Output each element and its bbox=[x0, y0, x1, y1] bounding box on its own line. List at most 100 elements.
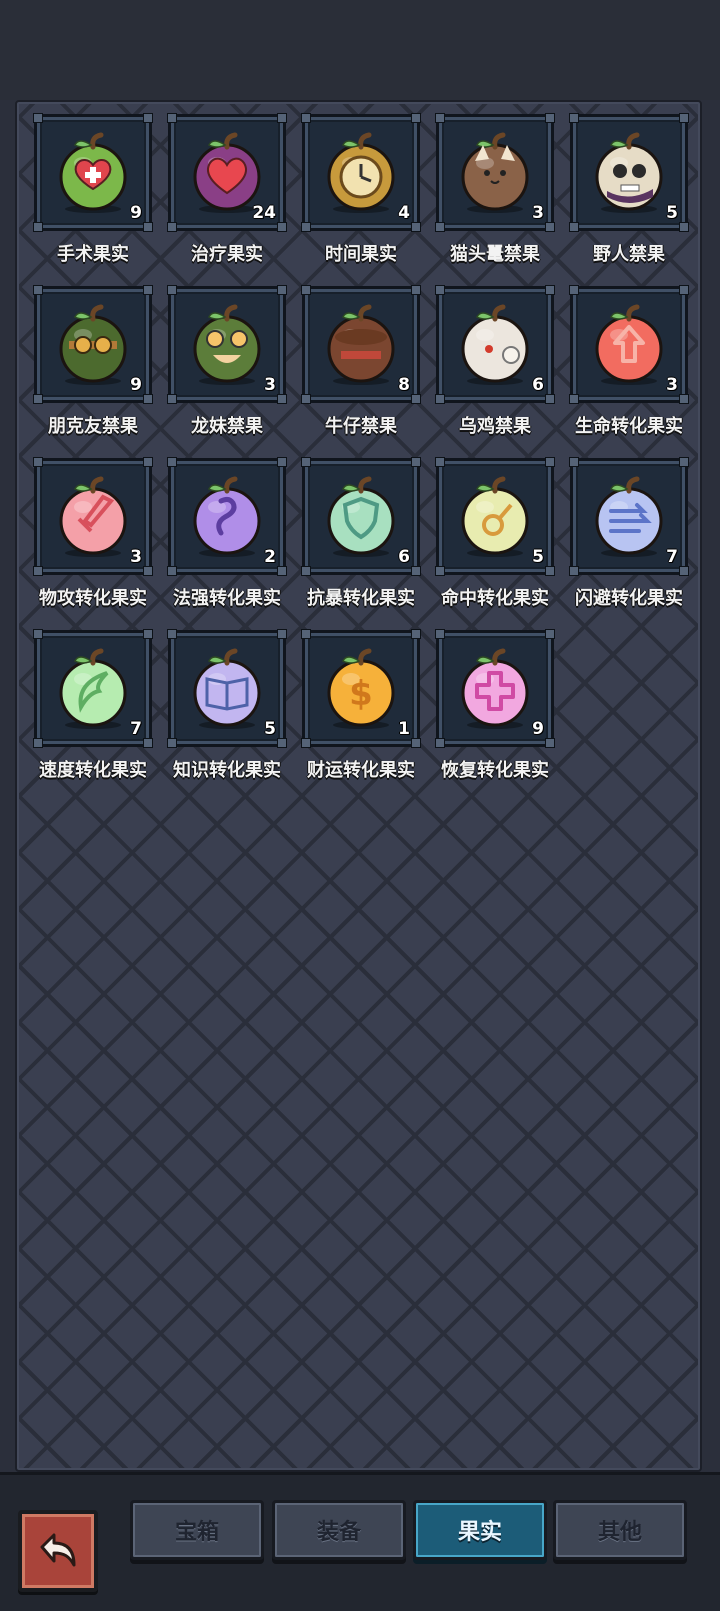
fruit-slot[interactable]: 8 牛仔禁果 bbox=[299, 285, 433, 454]
card-corner-rivet bbox=[545, 285, 555, 295]
item-count: 6 bbox=[398, 547, 410, 567]
skull-fruit-icon bbox=[595, 132, 663, 213]
tab-equipment[interactable]: 装备 bbox=[272, 1500, 406, 1560]
item-count: 3 bbox=[264, 375, 276, 395]
card-corner-rivet bbox=[277, 285, 287, 295]
fruit-slot[interactable]: 7 闪避转化果实 bbox=[567, 457, 701, 626]
card-corner-rivet bbox=[679, 394, 689, 404]
fruit-card[interactable]: 3 bbox=[167, 285, 287, 404]
card-corner-rivet bbox=[167, 394, 177, 404]
fruit-slot[interactable]: 2 法强转化果实 bbox=[165, 457, 299, 626]
tab-other[interactable]: 其他 bbox=[553, 1500, 687, 1560]
magic-fruit-icon bbox=[193, 476, 261, 557]
fruit-card[interactable]: 4 bbox=[301, 113, 421, 232]
card-corner-rivet bbox=[545, 566, 555, 576]
fruit-card[interactable]: 7 bbox=[33, 629, 153, 748]
fruit-card[interactable]: 9 bbox=[435, 629, 555, 748]
card-corner-rivet bbox=[435, 566, 445, 576]
item-count: 2 bbox=[264, 547, 276, 567]
item-name: 财运转化果实 bbox=[307, 760, 415, 781]
fruit-card[interactable]: 5 bbox=[167, 629, 287, 748]
dragon-fruit-icon bbox=[193, 304, 261, 385]
card-corner-rivet bbox=[33, 285, 43, 295]
fruit-slot[interactable]: 24 治疗果实 bbox=[165, 113, 299, 282]
fruit-slot[interactable]: 6 抗暴转化果实 bbox=[299, 457, 433, 626]
tab-chest[interactable]: 宝箱 bbox=[130, 1500, 264, 1560]
card-corner-rivet bbox=[569, 113, 579, 123]
attack-fruit-icon bbox=[59, 476, 127, 557]
card-corner-rivet bbox=[277, 113, 287, 123]
fruit-card[interactable]: 3 bbox=[435, 113, 555, 232]
item-count: 7 bbox=[666, 547, 678, 567]
card-corner-rivet bbox=[301, 113, 311, 123]
fruit-slot[interactable]: 3 猫头鼍禁果 bbox=[433, 113, 567, 282]
card-corner-rivet bbox=[301, 285, 311, 295]
back-button[interactable] bbox=[18, 1510, 98, 1592]
fruit-card[interactable]: 8 bbox=[301, 285, 421, 404]
fruit-card[interactable]: 7 bbox=[569, 457, 689, 576]
card-corner-rivet bbox=[569, 222, 579, 232]
fruit-card[interactable]: 6 bbox=[301, 457, 421, 576]
fruit-slot[interactable]: $1 财运转化果实 bbox=[299, 629, 433, 798]
fruit-slot[interactable]: 6 乌鸡禁果 bbox=[433, 285, 567, 454]
card-corner-rivet bbox=[545, 629, 555, 639]
card-corner-rivet bbox=[569, 394, 579, 404]
card-corner-rivet bbox=[143, 222, 153, 232]
card-corner-rivet bbox=[679, 566, 689, 576]
card-corner-rivet bbox=[545, 394, 555, 404]
fruit-slot[interactable]: 9 手术果实 bbox=[31, 113, 165, 282]
fruit-card[interactable]: $1 bbox=[301, 629, 421, 748]
item-count: 9 bbox=[130, 375, 142, 395]
item-name: 治疗果实 bbox=[191, 244, 263, 265]
dodge-fruit-icon bbox=[595, 476, 663, 557]
item-name: 闪避转化果实 bbox=[575, 588, 683, 609]
fruit-slot[interactable]: 7 速度转化果实 bbox=[31, 629, 165, 798]
card-corner-rivet bbox=[411, 394, 421, 404]
fruit-slot[interactable]: 5 知识转化果实 bbox=[165, 629, 299, 798]
fruit-slot[interactable]: 5 野人禁果 bbox=[567, 113, 701, 282]
fruit-slot[interactable]: 3 龙妹禁果 bbox=[165, 285, 299, 454]
item-name: 命中转化果实 bbox=[441, 588, 549, 609]
fruit-slot[interactable]: 5 命中转化果实 bbox=[433, 457, 567, 626]
card-corner-rivet bbox=[545, 738, 555, 748]
card-corner-rivet bbox=[679, 285, 689, 295]
fruit-card[interactable]: 9 bbox=[33, 113, 153, 232]
fruit-slot[interactable]: 9 恢复转化果实 bbox=[433, 629, 567, 798]
item-count: 5 bbox=[532, 547, 544, 567]
fruit-slot[interactable]: 3 物攻转化果实 bbox=[31, 457, 165, 626]
fruit-card[interactable]: 24 bbox=[167, 113, 287, 232]
back-arrow-icon bbox=[40, 1533, 76, 1567]
card-corner-rivet bbox=[569, 566, 579, 576]
card-corner-rivet bbox=[545, 222, 555, 232]
card-corner-rivet bbox=[545, 457, 555, 467]
fruit-slot[interactable]: 3 生命转化果实 bbox=[567, 285, 701, 454]
fruit-card[interactable]: 3 bbox=[569, 285, 689, 404]
card-corner-rivet bbox=[33, 394, 43, 404]
item-name: 法强转化果实 bbox=[173, 588, 281, 609]
card-corner-rivet bbox=[679, 222, 689, 232]
card-corner-rivet bbox=[679, 113, 689, 123]
fruit-card[interactable]: 3 bbox=[33, 457, 153, 576]
item-name: 抗暴转化果实 bbox=[307, 588, 415, 609]
card-corner-rivet bbox=[411, 222, 421, 232]
inventory-panel: 9 手术果实 24 治疗果实 4 时间果实 3 猫头鼍禁果 5 野人禁果 9 朋克友禁果 3 龙妹禁果 8 牛… bbox=[15, 100, 702, 1472]
item-name: 恢复转化果实 bbox=[441, 760, 549, 781]
item-count: 3 bbox=[130, 547, 142, 567]
fruit-card[interactable]: 9 bbox=[33, 285, 153, 404]
card-corner-rivet bbox=[435, 222, 445, 232]
card-corner-rivet bbox=[435, 738, 445, 748]
card-corner-rivet bbox=[143, 738, 153, 748]
tab-fruit-label: 果实 bbox=[457, 1520, 502, 1545]
fruit-card[interactable]: 2 bbox=[167, 457, 287, 576]
item-name: 龙妹禁果 bbox=[191, 416, 263, 437]
card-corner-rivet bbox=[411, 285, 421, 295]
item-name: 物攻转化果实 bbox=[39, 588, 147, 609]
tab-fruit[interactable]: 果实 bbox=[413, 1500, 547, 1560]
fruit-card[interactable]: 5 bbox=[435, 457, 555, 576]
fruit-slot[interactable]: 9 朋克友禁果 bbox=[31, 285, 165, 454]
card-corner-rivet bbox=[143, 566, 153, 576]
fruit-slot[interactable]: 4 时间果实 bbox=[299, 113, 433, 282]
fruit-card[interactable]: 6 bbox=[435, 285, 555, 404]
card-corner-rivet bbox=[411, 113, 421, 123]
fruit-card[interactable]: 5 bbox=[569, 113, 689, 232]
